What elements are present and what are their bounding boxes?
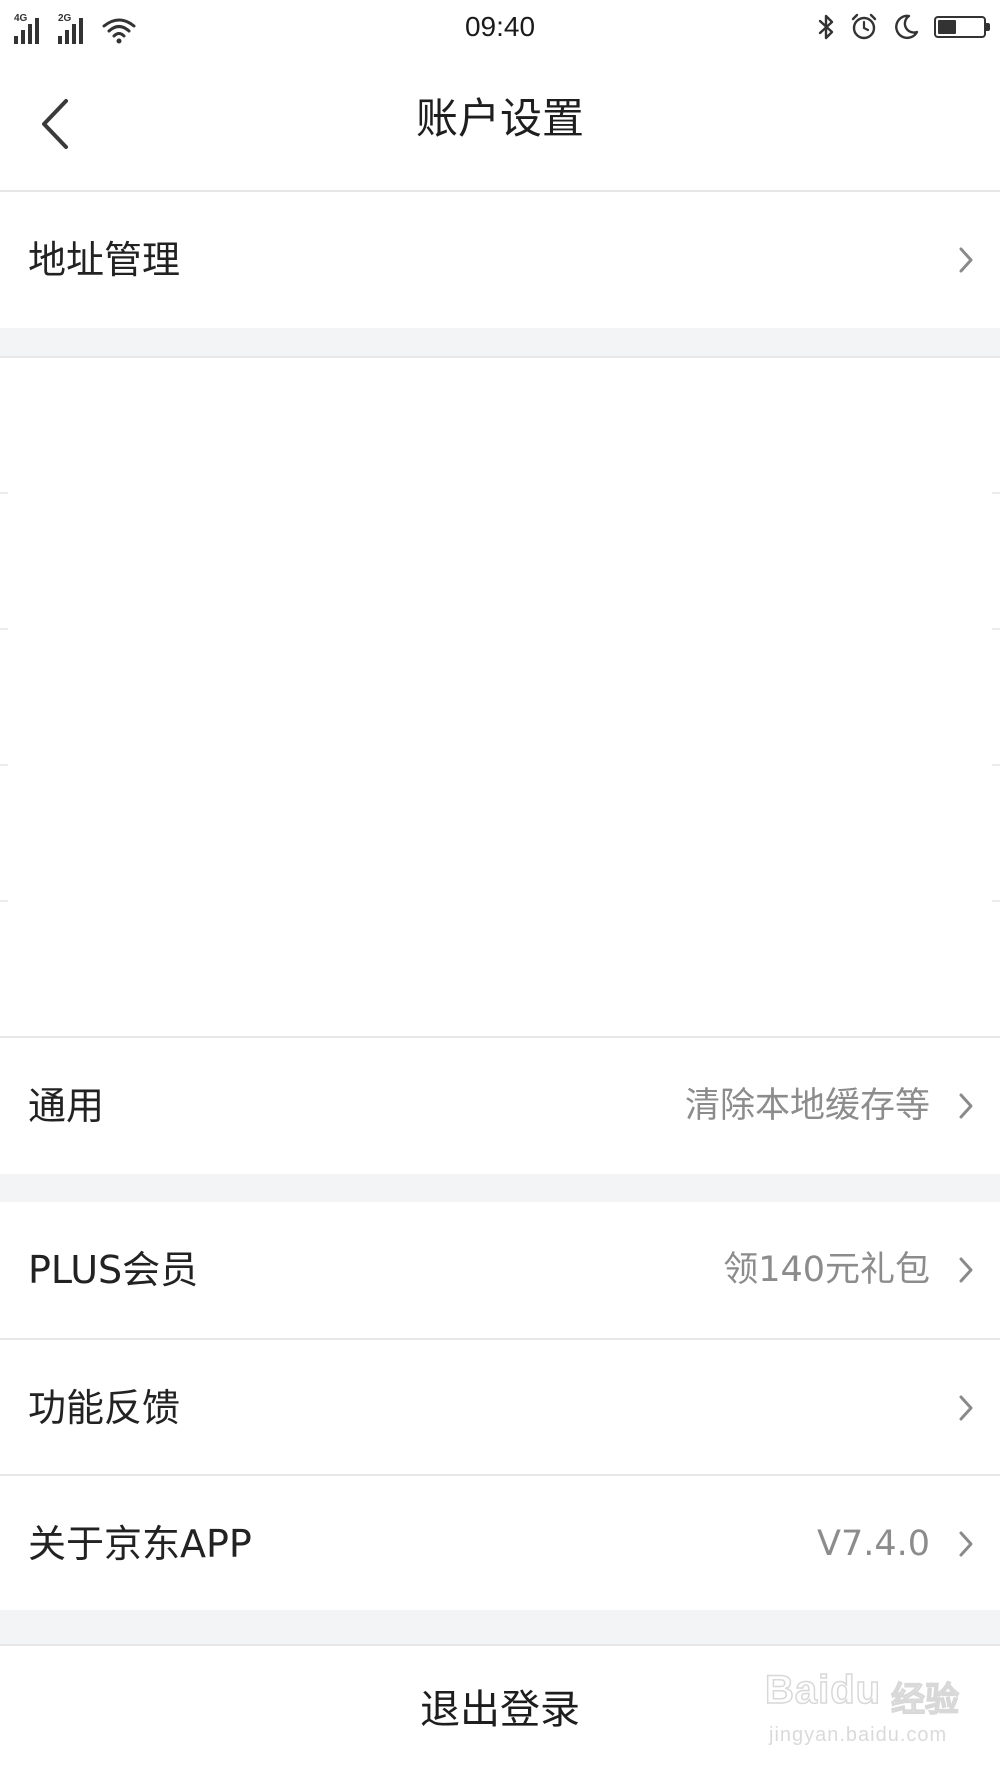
signal-icon: 2G (58, 14, 94, 44)
list-item-label: 通用 (28, 1084, 105, 1128)
logout-button[interactable]: 退出登录 (0, 1644, 1000, 1778)
list-item-value: V7.4.0 (817, 1524, 930, 1564)
chevron-right-icon (959, 1093, 973, 1119)
section-gap (0, 1610, 1000, 1644)
alarm-icon (851, 13, 877, 40)
list-item-feedback[interactable]: 功能反馈 (0, 1340, 1000, 1476)
back-button[interactable] (20, 84, 90, 164)
list-item-label: 关于京东APP (28, 1522, 252, 1566)
chevron-right-icon (959, 247, 973, 273)
list-item-value: 清除本地缓存等 (684, 1086, 930, 1126)
moon-icon (895, 14, 919, 39)
chevron-left-icon (42, 99, 68, 149)
section-gap (0, 1174, 1000, 1202)
chevron-right-icon (959, 1531, 973, 1557)
blank-content-area (0, 358, 1000, 1038)
wifi-icon (102, 18, 136, 44)
status-right (816, 10, 990, 44)
status-bar: 4G 2G 09:40 (0, 0, 1000, 56)
list-item-plus-member[interactable]: PLUS会员 领140元礼包 (0, 1202, 1000, 1338)
list-item-value: 领140元礼包 (723, 1250, 930, 1290)
chevron-right-icon (959, 1257, 973, 1283)
status-left: 4G 2G (14, 10, 136, 44)
list-item-label: 功能反馈 (28, 1386, 181, 1430)
chevron-right-icon (959, 1395, 973, 1421)
page-title: 账户设置 (415, 94, 584, 143)
list-item-general[interactable]: 通用 清除本地缓存等 (0, 1038, 1000, 1174)
list-item-about[interactable]: 关于京东APP V7.4.0 (0, 1476, 1000, 1612)
signal-icon: 4G (14, 14, 50, 44)
bluetooth-icon (818, 14, 834, 40)
section-gap (0, 328, 1000, 358)
nav-bar: 账户设置 (0, 56, 1000, 192)
list-item-address[interactable]: 地址管理 (0, 192, 1000, 328)
list-item-label: 地址管理 (28, 238, 181, 282)
battery-icon (934, 16, 990, 38)
list-item-label: PLUS会员 (28, 1248, 199, 1292)
